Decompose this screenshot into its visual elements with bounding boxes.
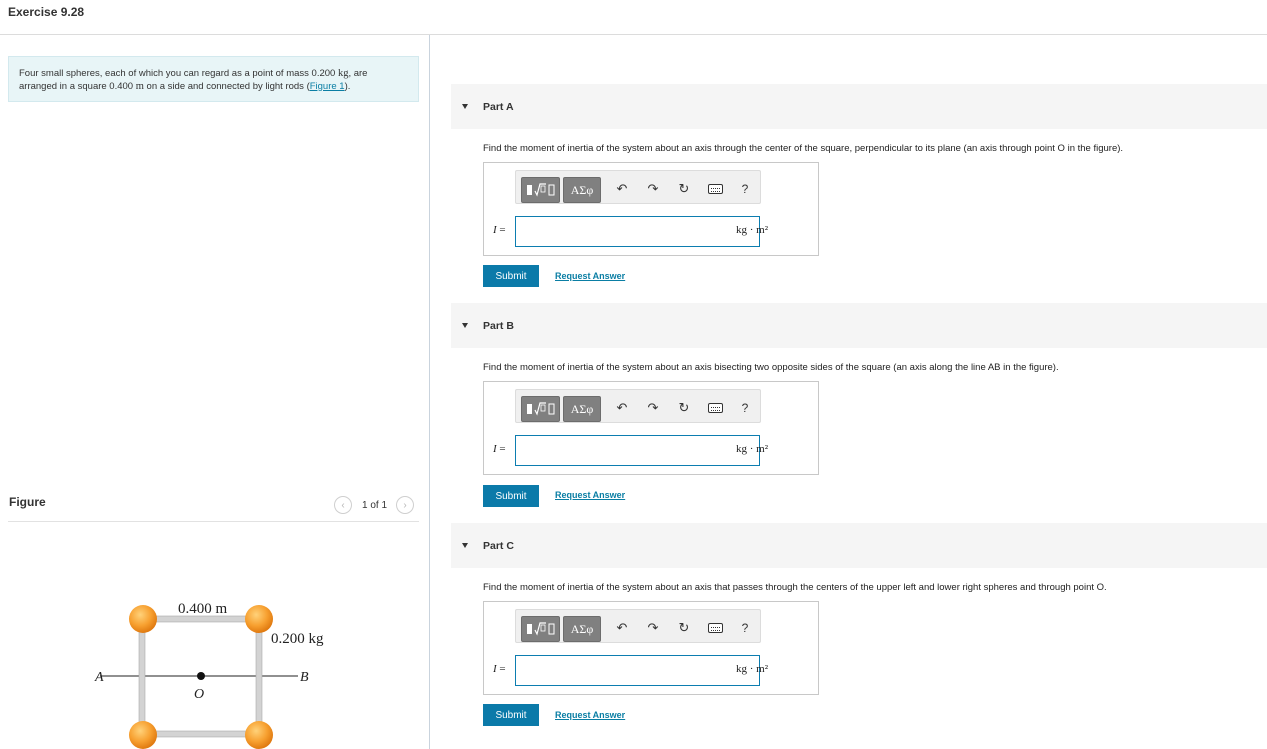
- math-toolbar: ΑΣφ ↶ ↷ ↻ ?: [515, 170, 761, 204]
- part-c-title: Part C: [483, 539, 514, 552]
- help-icon[interactable]: ?: [733, 177, 757, 201]
- figure-link[interactable]: Figure 1: [310, 81, 345, 92]
- part-a-question: Find the moment of inertia of the system…: [483, 143, 1124, 154]
- problem-text: ).: [344, 80, 351, 92]
- problem-statement: Four small spheres, each of which you ca…: [8, 56, 419, 102]
- part-b-question: Find the moment of inertia of the system…: [483, 362, 1059, 373]
- mass-label: 0.200 kg: [271, 631, 324, 647]
- unit-kg: kg: [337, 68, 349, 79]
- part-b-header[interactable]: Part B: [451, 303, 1267, 348]
- variable-label: I =: [493, 443, 506, 455]
- part-a-submit-button[interactable]: Submit: [483, 265, 539, 287]
- greek-symbols-button[interactable]: ΑΣφ: [563, 396, 601, 422]
- point-a-label: A: [94, 670, 104, 685]
- greek-symbols-button[interactable]: ΑΣφ: [563, 616, 601, 642]
- part-c-submit-button[interactable]: Submit: [483, 704, 539, 726]
- part-b-answer-box: ΑΣφ ↶ ↷ ↻ ? I = kg · m²: [483, 381, 819, 475]
- part-a-header[interactable]: Part A: [451, 84, 1267, 129]
- pager-count: 1 of 1: [362, 499, 388, 511]
- part-a-request-answer-link[interactable]: Request Answer: [555, 271, 625, 281]
- variable-label: I =: [493, 224, 506, 236]
- part-b-request-answer-link[interactable]: Request Answer: [555, 490, 625, 500]
- unit-label: kg · m²: [736, 663, 769, 675]
- reset-icon[interactable]: ↻: [672, 177, 696, 201]
- math-toolbar: ΑΣφ ↶ ↷ ↻ ?: [515, 389, 761, 423]
- redo-icon[interactable]: ↷: [641, 177, 665, 201]
- keyboard-icon[interactable]: [703, 616, 727, 640]
- point-b-label: B: [300, 670, 309, 685]
- reset-icon[interactable]: ↻: [672, 616, 696, 640]
- right-pane: Part A Find the moment of inertia of the…: [451, 35, 1267, 749]
- undo-icon[interactable]: ↶: [610, 177, 634, 201]
- chevron-right-icon[interactable]: ›: [396, 496, 415, 514]
- point-o-dot: [197, 672, 205, 680]
- sphere-top-left: [129, 605, 157, 633]
- part-c-answer-box: ΑΣφ ↶ ↷ ↻ ? I = kg · m²: [483, 601, 819, 695]
- exercise-title: Exercise 9.28: [8, 5, 85, 19]
- caret-down-icon: [462, 104, 468, 109]
- templates-icon[interactable]: [521, 616, 560, 642]
- sphere-top-right: [245, 605, 273, 633]
- part-c-answer-input[interactable]: [515, 655, 760, 686]
- part-a-answer-box: ΑΣφ ↶ ↷ ↻ ? I = kg · m²: [483, 162, 819, 256]
- caret-down-icon: [462, 323, 468, 328]
- unit-label: kg · m²: [736, 224, 769, 236]
- figure-pager: ‹ 1 of 1 ›: [334, 496, 415, 514]
- math-toolbar: ΑΣφ ↶ ↷ ↻ ?: [515, 609, 761, 643]
- part-a-title: Part A: [483, 100, 514, 113]
- caret-down-icon: [462, 543, 468, 548]
- rod-left: [138, 620, 146, 734]
- variable-label: I =: [493, 663, 506, 675]
- redo-icon[interactable]: ↷: [641, 616, 665, 640]
- side-length-label: 0.400 m: [178, 601, 228, 617]
- part-c-header[interactable]: Part C: [451, 523, 1267, 568]
- part-b-answer-input[interactable]: [515, 435, 760, 466]
- pane-divider: [429, 35, 430, 749]
- help-icon[interactable]: ?: [733, 396, 757, 420]
- undo-icon[interactable]: ↶: [610, 396, 634, 420]
- part-a-answer-input[interactable]: [515, 216, 760, 247]
- point-o-label: O: [194, 687, 204, 702]
- rod-bottom: [143, 730, 260, 738]
- rod-right: [255, 620, 263, 734]
- figure-divider: [8, 521, 419, 522]
- part-c-question: Find the moment of inertia of the system…: [483, 582, 1107, 593]
- sphere-bottom-right: [245, 721, 273, 749]
- problem-text: Four small spheres, each of which you ca…: [19, 68, 338, 79]
- templates-icon[interactable]: [521, 177, 560, 203]
- undo-icon[interactable]: ↶: [610, 616, 634, 640]
- part-b-submit-button[interactable]: Submit: [483, 485, 539, 507]
- part-b-title: Part B: [483, 319, 514, 332]
- left-pane: Four small spheres, each of which you ca…: [0, 35, 430, 749]
- reset-icon[interactable]: ↻: [672, 396, 696, 420]
- part-c-request-answer-link[interactable]: Request Answer: [555, 710, 625, 720]
- keyboard-icon[interactable]: [703, 396, 727, 420]
- figure-heading: Figure: [9, 495, 46, 509]
- square-spheres-figure: 0.400 m 0.200 kg A B O: [94, 601, 324, 749]
- help-icon[interactable]: ?: [733, 616, 757, 640]
- greek-symbols-button[interactable]: ΑΣφ: [563, 177, 601, 203]
- templates-icon[interactable]: [521, 396, 560, 422]
- sphere-bottom-left: [129, 721, 157, 749]
- problem-text: on a side and connected by light rods (: [143, 80, 310, 92]
- unit-m: m: [135, 80, 144, 92]
- redo-icon[interactable]: ↷: [641, 396, 665, 420]
- chevron-left-icon[interactable]: ‹: [334, 496, 352, 514]
- unit-label: kg · m²: [736, 443, 769, 455]
- keyboard-icon[interactable]: [703, 177, 727, 201]
